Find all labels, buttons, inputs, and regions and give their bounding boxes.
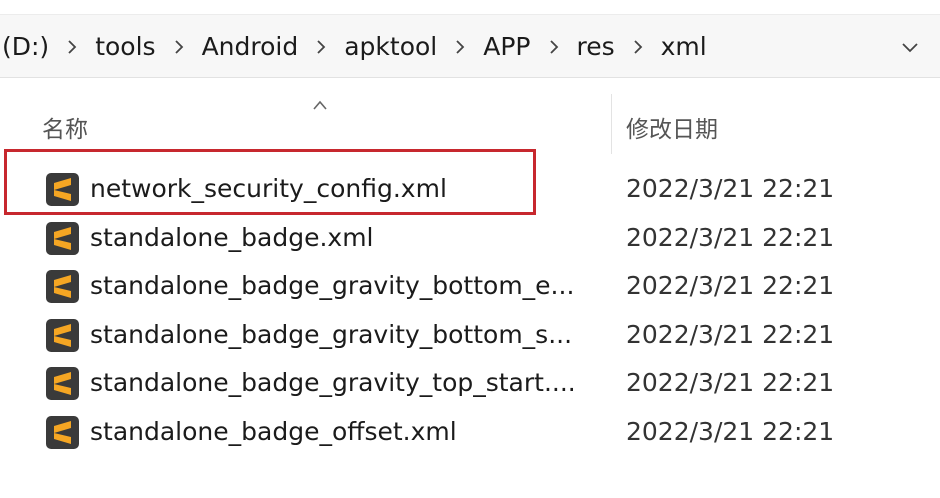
file-row[interactable]: standalone_badge_offset.xml 2022/3/21 22… — [0, 408, 940, 457]
chevron-right-icon[interactable] — [617, 36, 659, 57]
breadcrumb-item-tools[interactable]: tools — [93, 32, 157, 61]
file-date-modified: 2022/3/21 22:21 — [626, 368, 835, 397]
file-date-modified: 2022/3/21 22:21 — [626, 222, 835, 252]
sublime-text-file-icon — [46, 221, 79, 255]
sublime-text-file-icon — [46, 367, 79, 400]
file-name: standalone_badge.xml — [90, 222, 374, 252]
file-date-modified: 2022/3/21 22:21 — [626, 319, 835, 349]
file-date-modified: 2022/3/21 22:21 — [626, 416, 835, 446]
breadcrumb-item-app[interactable]: APP — [481, 32, 532, 61]
file-name: standalone_badge_gravity_bottom_e... — [90, 271, 575, 300]
sort-up-icon — [311, 96, 329, 110]
file-date-modified: 2022/3/21 22:21 — [626, 271, 835, 300]
column-header: 名称 修改日期 — [0, 88, 940, 156]
file-date-modified: 2022/3/21 22:21 — [626, 174, 835, 203]
column-header-date-modified[interactable]: 修改日期 — [626, 110, 718, 144]
chevron-right-icon[interactable] — [51, 36, 93, 57]
chevron-down-icon[interactable] — [898, 35, 922, 59]
file-name: standalone_badge_offset.xml — [90, 416, 457, 446]
address-bar[interactable]: (D:) tools Android apktool APP res xml — [0, 14, 940, 78]
chevron-right-icon[interactable] — [533, 36, 575, 57]
breadcrumb-item-res[interactable]: res — [575, 32, 617, 61]
file-list: network_security_config.xml 2022/3/21 22… — [0, 165, 940, 456]
column-header-name[interactable]: 名称 — [42, 110, 88, 144]
file-name: standalone_badge_gravity_bottom_s... — [90, 319, 573, 349]
breadcrumb-item-xml[interactable]: xml — [659, 32, 709, 61]
file-row[interactable]: standalone_badge.xml 2022/3/21 22:21 — [0, 214, 940, 263]
file-name: standalone_badge_gravity_top_start.... — [90, 368, 576, 397]
file-row[interactable]: standalone_badge_gravity_bottom_s... 202… — [0, 311, 940, 360]
sublime-text-file-icon — [46, 173, 79, 206]
file-row[interactable]: standalone_badge_gravity_bottom_e... 202… — [0, 262, 940, 311]
breadcrumb: (D:) tools Android apktool APP res xml — [0, 15, 709, 77]
chevron-right-icon[interactable] — [158, 36, 200, 57]
breadcrumb-item-apktool[interactable]: apktool — [342, 32, 439, 61]
chevron-right-icon[interactable] — [300, 36, 342, 57]
breadcrumb-item-drive[interactable]: (D:) — [0, 32, 51, 61]
sublime-text-file-icon — [46, 415, 79, 449]
sublime-text-file-icon — [46, 270, 79, 303]
file-row[interactable]: standalone_badge_gravity_top_start.... 2… — [0, 359, 940, 408]
sublime-text-file-icon — [46, 318, 79, 352]
file-row[interactable]: network_security_config.xml 2022/3/21 22… — [0, 165, 940, 214]
breadcrumb-item-android[interactable]: Android — [200, 32, 301, 61]
chevron-right-icon[interactable] — [439, 36, 481, 57]
file-name: network_security_config.xml — [90, 174, 447, 203]
column-divider[interactable] — [611, 94, 612, 154]
